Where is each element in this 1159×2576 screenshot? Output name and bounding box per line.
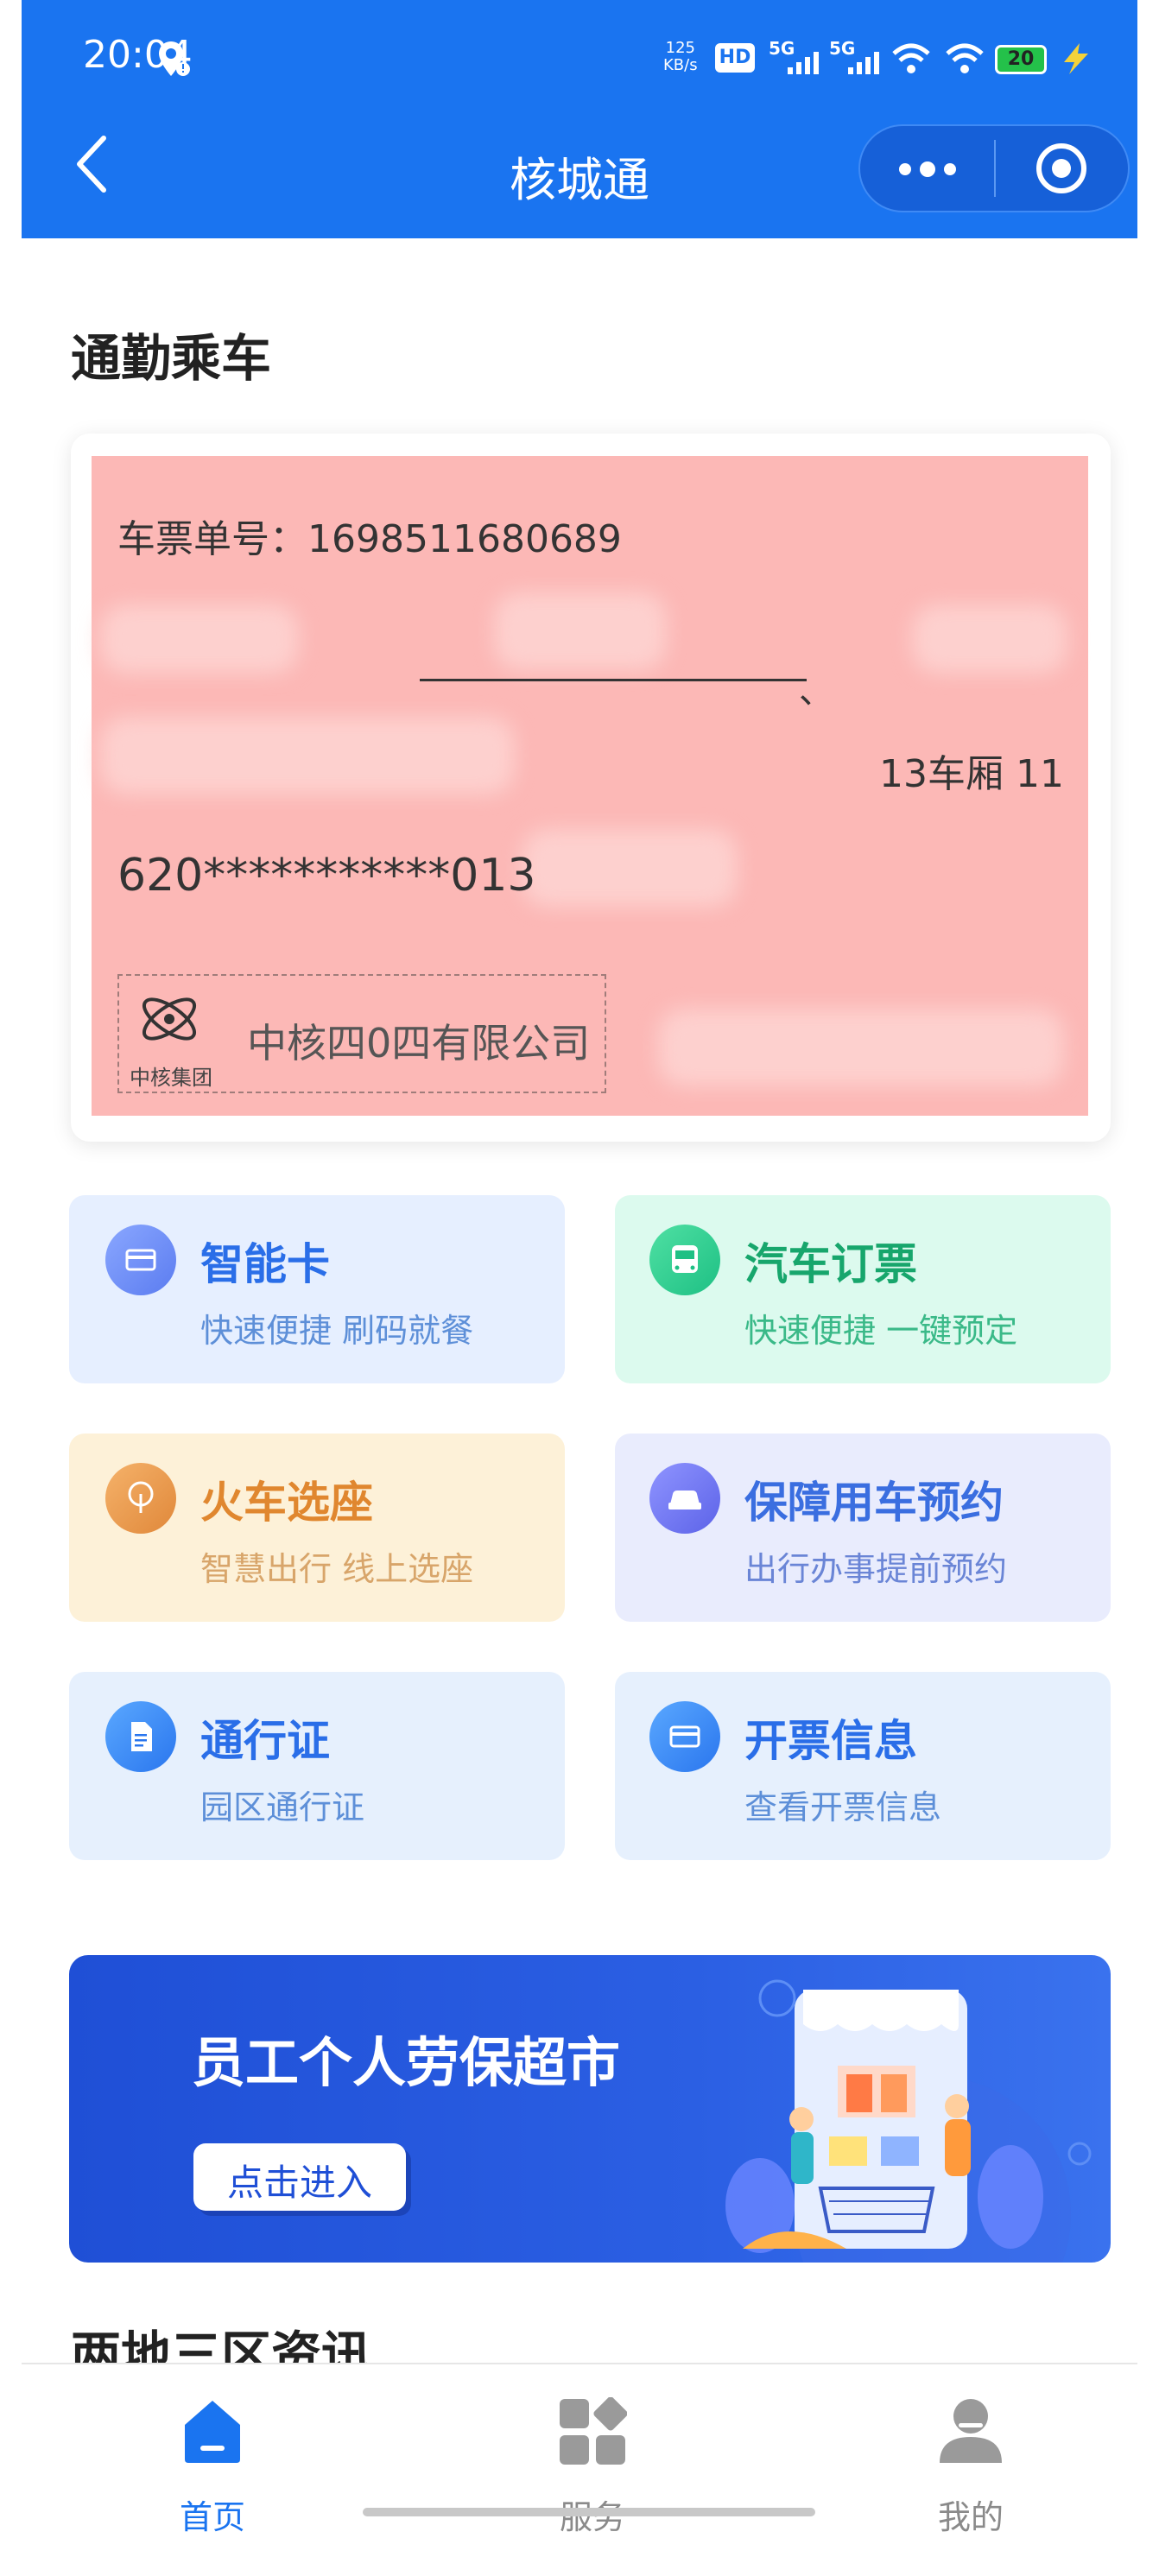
wifi-icon [892,43,930,73]
redacted-area [912,604,1067,674]
tile-subtitle: 智慧出行 线上选座 [200,1550,474,1588]
tile-subtitle: 快速便捷 一键预定 [744,1312,1018,1350]
train-seat-icon [105,1463,176,1534]
profile-icon [940,2399,1002,2463]
tile-subtitle: 园区通行证 [200,1788,365,1826]
signal-icon-2 [848,52,879,74]
tile-subtitle: 查看开票信息 [744,1788,942,1826]
close-miniprogram-icon[interactable] [1033,140,1090,197]
capsule-divider [994,140,996,197]
tile-title: 智能卡 [200,1239,330,1289]
redacted-area [658,1009,1064,1086]
network-speed: 125 [665,39,695,57]
banner-title: 员工个人劳保超市 [192,2031,621,2094]
supermarket-banner[interactable] [69,1955,1111,2263]
tab-profile[interactable] [936,2396,1005,2466]
banner-enter-label: 点击进入 [226,2161,372,2204]
logo-text: 中核集团 [130,1066,212,1090]
more-icon[interactable] [893,152,962,187]
invoice-icon [649,1701,720,1772]
tile-title: 开票信息 [744,1716,917,1766]
home-icon [185,2401,240,2463]
battery-icon: 20 [995,45,1047,74]
redacted-area [100,604,299,674]
signal-icon [788,52,819,74]
card-icon [105,1225,176,1295]
tab-label-home[interactable]: 首页 [161,2491,264,2538]
hd-icon: HD [715,43,755,73]
ticket-number: 车票单号：1698511680689 [117,517,622,561]
ticket-route-line [420,679,807,681]
ticket-tick-mark: 、 [799,672,833,712]
wifi-icon-2 [946,43,984,73]
network-speed-unit: KB/s [663,56,698,74]
tab-home[interactable] [178,2394,247,2466]
tile-title: 保障用车预约 [744,1478,1004,1528]
company-name: 中核四0四有限公司 [247,1020,591,1066]
tile-subtitle: 快速便捷 刷码就餐 [200,1312,474,1350]
services-icon [560,2396,628,2465]
banner-illustration [725,1979,1092,2263]
car-icon [649,1463,720,1534]
location-icon [159,41,190,76]
home-indicator[interactable] [363,2508,815,2516]
tab-services[interactable] [558,2396,628,2466]
ticket-seat: 13车厢 11 [879,752,1064,796]
tile-title: 汽车订票 [744,1239,917,1289]
tile-title: 火车选座 [200,1478,373,1528]
redacted-area [100,717,515,794]
tile-title: 通行证 [200,1716,330,1766]
redacted-area [522,829,738,907]
section-title-commute: 通勤乘车 [71,329,272,388]
document-icon [105,1701,176,1772]
tab-label-profile[interactable]: 我的 [919,2491,1023,2538]
tile-subtitle: 出行办事提前预约 [744,1550,1008,1588]
redacted-area [494,592,667,670]
ticket-id-number: 620***********013 [117,850,536,902]
bus-icon [649,1225,720,1295]
charging-icon [1064,43,1088,74]
